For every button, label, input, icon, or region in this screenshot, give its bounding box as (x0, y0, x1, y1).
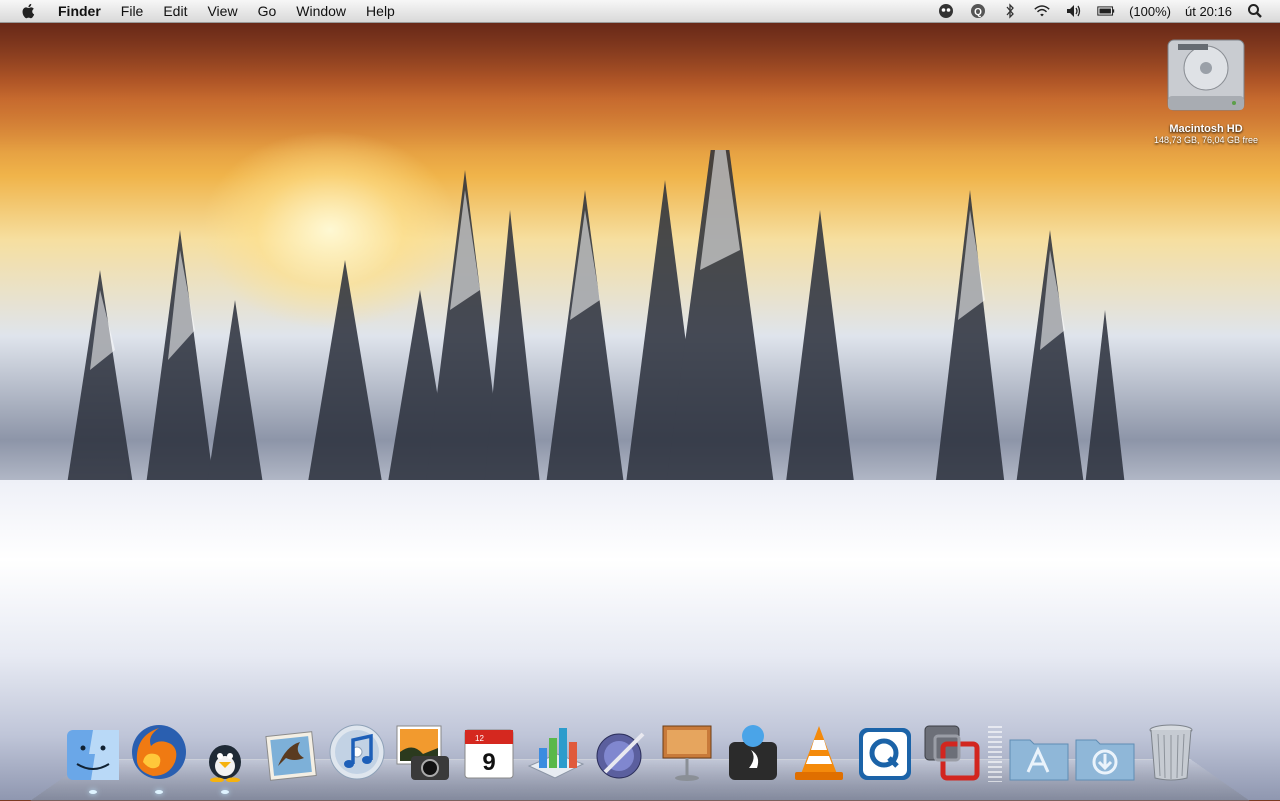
volume-icon[interactable] (1065, 2, 1083, 20)
iwork-icon (596, 732, 645, 779)
dock-keynote[interactable] (654, 714, 720, 782)
dock-numbers[interactable] (522, 714, 588, 782)
running-indicator (89, 790, 97, 794)
quicksilver-icon[interactable]: Q (969, 2, 987, 20)
menu-file[interactable]: File (111, 0, 154, 22)
applications-folder-icon (1009, 739, 1069, 781)
ical-month: 12 (475, 734, 484, 743)
iphoto-icon (396, 725, 449, 780)
dock: 12 9 (60, 712, 1204, 794)
dock-ical[interactable]: 12 9 (456, 714, 522, 782)
dock-applications-stack[interactable] (1006, 714, 1072, 782)
bluetooth-icon[interactable] (1001, 2, 1019, 20)
firefox-icon (132, 725, 186, 779)
menu-app-name[interactable]: Finder (52, 0, 111, 22)
dock-vlc[interactable] (786, 714, 852, 782)
dock-iphoto[interactable] (390, 714, 456, 782)
drive-name: Macintosh HD (1169, 123, 1243, 135)
adium-icon (209, 745, 241, 782)
dock-trash[interactable] (1138, 714, 1204, 782)
menu-view[interactable]: View (197, 0, 247, 22)
wallpaper-trees (60, 150, 1130, 530)
dock-iwork[interactable] (588, 714, 654, 782)
battery-icon[interactable] (1097, 2, 1115, 20)
desktop-macintosh-hd[interactable]: Macintosh HD 148,73 GB, 76,04 GB free (1146, 36, 1266, 145)
battery-percentage[interactable]: (100%) (1129, 4, 1171, 19)
mail-icon (265, 731, 317, 781)
dock-itunes[interactable] (324, 714, 390, 782)
vmware-icon (924, 725, 980, 781)
dock-firefox[interactable] (126, 714, 192, 794)
dock-mail[interactable] (258, 714, 324, 782)
running-indicator (221, 790, 229, 794)
spotlight-search-icon[interactable] (1246, 2, 1264, 20)
downloads-folder-icon (1075, 739, 1135, 781)
menu-window[interactable]: Window (286, 0, 356, 22)
hard-drive-icon[interactable] (1164, 36, 1248, 118)
itunes-icon (329, 724, 385, 780)
menu-clock[interactable]: út 20:16 (1185, 4, 1232, 19)
menu-help[interactable]: Help (356, 0, 405, 22)
alien-icon[interactable] (937, 2, 955, 20)
wallpaper-sky (0, 22, 1280, 152)
svg-text:Q: Q (974, 7, 982, 18)
dock-adium[interactable] (192, 714, 258, 794)
menu-edit[interactable]: Edit (153, 0, 197, 22)
ical-icon: 12 9 (464, 729, 514, 779)
quicksilver-dock-icon (859, 728, 911, 780)
trash-icon (1149, 724, 1193, 781)
toast-icon (729, 725, 777, 780)
menu-bar-left: Finder File Edit View Go Window Help (0, 0, 405, 22)
menu-bar-status: Q (100%) út 20:16 (937, 0, 1280, 22)
drive-info: 148,73 GB, 76,04 GB free (1153, 135, 1259, 145)
dock-finder[interactable] (60, 714, 126, 794)
vlc-icon (795, 726, 843, 780)
menu-go[interactable]: Go (248, 0, 287, 22)
apple-logo-icon[interactable] (20, 2, 38, 20)
dock-downloads-stack[interactable] (1072, 714, 1138, 782)
running-indicator (155, 790, 163, 794)
dock-vmware[interactable] (918, 714, 984, 782)
dock-separator[interactable] (988, 726, 1002, 782)
numbers-icon (527, 728, 585, 779)
keynote-icon (662, 725, 712, 781)
dock-toast[interactable] (720, 714, 786, 782)
wifi-icon[interactable] (1033, 2, 1051, 20)
menu-bar: Finder File Edit View Go Window Help Q (… (0, 0, 1280, 23)
ical-date: 9 (482, 749, 495, 776)
finder-icon (67, 730, 119, 780)
dock-quicksilver[interactable] (852, 714, 918, 782)
